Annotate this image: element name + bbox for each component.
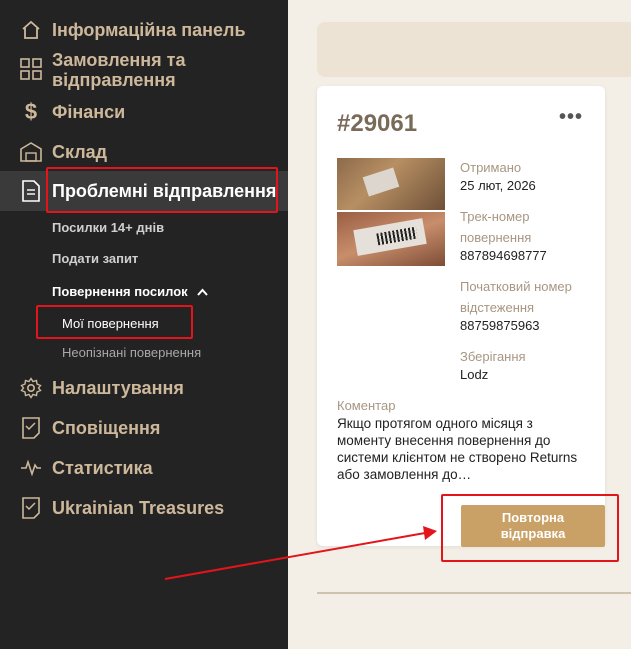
annotation-arrow-icon [164,526,437,580]
